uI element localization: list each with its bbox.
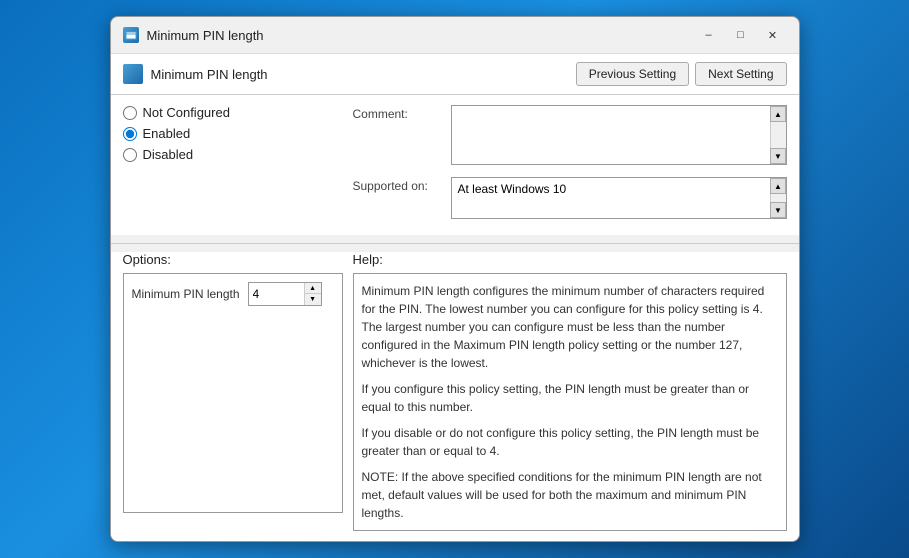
- comment-row: Comment: ▲ ▼: [353, 105, 787, 165]
- help-panel: Help: Minimum PIN length configures the …: [353, 252, 787, 531]
- bottom-section: Options: Minimum PIN length ▲ ▼ Help:: [111, 252, 799, 541]
- options-title: Options:: [123, 252, 343, 267]
- window-icon: [123, 27, 139, 43]
- supported-row: Supported on: At least Windows 10 ▲ ▼: [353, 177, 787, 219]
- options-panel: Options: Minimum PIN length ▲ ▼: [123, 252, 343, 531]
- pin-length-label: Minimum PIN length: [132, 287, 240, 301]
- window-title: Minimum PIN length: [147, 28, 264, 43]
- title-bar-left: Minimum PIN length: [123, 27, 264, 43]
- enabled-radio[interactable]: [123, 127, 137, 141]
- top-section: Not Configured Enabled Disabled Comment:: [123, 105, 787, 225]
- disabled-label: Disabled: [143, 147, 194, 162]
- radio-section: Not Configured Enabled Disabled: [123, 105, 353, 162]
- radio-disabled[interactable]: Disabled: [123, 147, 353, 162]
- help-title: Help:: [353, 252, 787, 267]
- next-setting-button[interactable]: Next Setting: [695, 62, 786, 86]
- dialog-window: Minimum PIN length – □ ✕ Minimum PIN len…: [110, 16, 800, 542]
- supported-value: At least Windows 10: [452, 178, 786, 200]
- spinner-buttons: ▲ ▼: [304, 283, 321, 305]
- supported-scrollbar: ▲ ▼: [770, 178, 786, 218]
- radio-panel: Not Configured Enabled Disabled: [123, 105, 353, 225]
- dialog-body-top: Not Configured Enabled Disabled Comment:: [111, 95, 799, 235]
- scroll-down-arrow[interactable]: ▼: [770, 148, 786, 164]
- dialog-title: Minimum PIN length: [151, 67, 268, 82]
- close-button[interactable]: ✕: [759, 25, 787, 45]
- dialog-header-left: Minimum PIN length: [123, 64, 268, 84]
- supported-scroll-down[interactable]: ▼: [770, 202, 786, 218]
- help-content: Minimum PIN length configures the minimu…: [353, 273, 787, 531]
- dialog-icon: [123, 64, 143, 84]
- help-para-4: NOTE: If the above specified conditions …: [362, 468, 778, 522]
- dialog-header: Minimum PIN length Previous Setting Next…: [111, 54, 799, 95]
- help-para-1: Minimum PIN length configures the minimu…: [362, 282, 778, 372]
- comment-label: Comment:: [353, 105, 443, 121]
- minimize-button[interactable]: –: [695, 25, 723, 45]
- disabled-radio[interactable]: [123, 148, 137, 162]
- help-para-2: If you configure this policy setting, th…: [362, 380, 778, 416]
- pin-length-input[interactable]: [249, 285, 304, 303]
- not-configured-label: Not Configured: [143, 105, 230, 120]
- maximize-button[interactable]: □: [727, 25, 755, 45]
- options-content: Minimum PIN length ▲ ▼: [123, 273, 343, 513]
- help-para-3: If you disable or do not configure this …: [362, 424, 778, 460]
- spinner-up-button[interactable]: ▲: [305, 283, 321, 294]
- scroll-up-arrow[interactable]: ▲: [770, 106, 786, 122]
- not-configured-radio[interactable]: [123, 106, 137, 120]
- enabled-label: Enabled: [143, 126, 191, 141]
- comment-box: ▲ ▼: [451, 105, 787, 165]
- spinner-down-button[interactable]: ▼: [305, 294, 321, 305]
- title-controls: – □ ✕: [695, 25, 787, 45]
- supported-box: At least Windows 10 ▲ ▼: [451, 177, 787, 219]
- header-buttons: Previous Setting Next Setting: [576, 62, 787, 86]
- pin-length-row: Minimum PIN length ▲ ▼: [132, 282, 334, 306]
- comment-scrollbar: ▲ ▼: [770, 106, 786, 164]
- radio-not-configured[interactable]: Not Configured: [123, 105, 353, 120]
- pin-length-spinner[interactable]: ▲ ▼: [248, 282, 322, 306]
- comment-textarea[interactable]: [452, 106, 786, 164]
- radio-enabled[interactable]: Enabled: [123, 126, 353, 141]
- supported-label: Supported on:: [353, 177, 443, 193]
- divider: [111, 243, 799, 244]
- supported-scroll-up[interactable]: ▲: [770, 178, 786, 194]
- previous-setting-button[interactable]: Previous Setting: [576, 62, 689, 86]
- right-fields-panel: Comment: ▲ ▼ Supported on: At least Wind…: [353, 105, 787, 225]
- title-bar: Minimum PIN length – □ ✕: [111, 17, 799, 54]
